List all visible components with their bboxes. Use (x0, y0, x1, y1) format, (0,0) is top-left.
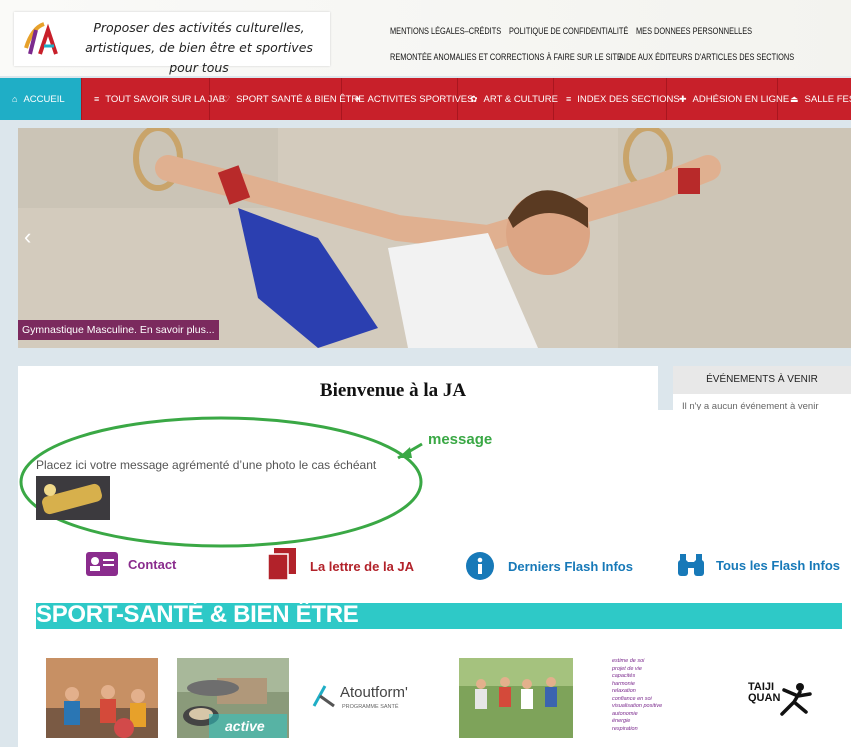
message-text: Placez ici votre message agrémenté d’une… (36, 458, 377, 472)
hero-image (18, 128, 851, 348)
top-link-report-issue[interactable]: REMONTÉE ANOMALIES ET CORRECTIONS À FAIR… (390, 52, 622, 62)
hero-slider[interactable]: ‹ (18, 128, 851, 348)
thumb-gym-class[interactable] (46, 658, 158, 738)
thumb-walking[interactable] (459, 658, 573, 738)
binoculars-icon (678, 554, 704, 576)
star-icon: ✶ (354, 93, 362, 104)
thumb-active[interactable]: active (177, 658, 289, 738)
contact-link[interactable]: Contact (86, 552, 176, 576)
eject-icon: ⏏ (790, 93, 799, 104)
latest-flash-link[interactable]: Derniers Flash Infos (466, 552, 633, 580)
nav-item-accueil[interactable]: ⌂ ACCUEIL (0, 78, 82, 120)
page-title: Bienvenue à la JA (319, 380, 467, 401)
nav-item-sport-sante[interactable]: ♡ SPORT SANTÉ & BIEN ÊTRE (210, 78, 365, 120)
taiji-figure-icon (780, 683, 812, 716)
nav-item-salle-festive[interactable]: ⏏SALLE FESTIV (778, 78, 851, 120)
quick-links: Contact La lettre de la JA Derniers Flas… (0, 548, 851, 586)
site-tagline: Proposer des activités culturelles, arti… (85, 20, 313, 75)
nav-item-art-culture[interactable]: ✿ ART & CULTURE (458, 78, 558, 120)
chevron-left-icon[interactable]: ‹ (24, 224, 31, 250)
thumb-taiji[interactable]: TAIJI QUAN (730, 658, 820, 738)
atoutform-subtitle: PROGRAMME SANTÉ (342, 704, 399, 710)
ja-logo-icon (24, 22, 58, 55)
info-icon (466, 552, 494, 580)
top-link-editor-help[interactable]: AIDE AUX ÉDITEURS D'ARTICLES DES SECTION… (619, 52, 794, 62)
atoutform-title: Atoutform' (340, 684, 408, 701)
all-flash-link[interactable]: Tous les Flash Infos (676, 552, 840, 578)
atoutform-logo-icon (312, 685, 335, 708)
list-icon: ≡ (94, 94, 100, 104)
site-logo[interactable]: Proposer des activités culturelles, arti… (14, 12, 330, 75)
contact-card-icon (86, 552, 118, 576)
palette-icon: ✿ (470, 93, 478, 104)
gear-icon: ✚ (679, 93, 687, 104)
home-icon: ⌂ (12, 94, 18, 104)
thumb-atoutform[interactable]: Atoutform' PROGRAMME SANTÉ (310, 658, 428, 738)
section-title: SPORT-SANTÉ & BIEN ÊTRE (36, 601, 359, 628)
message-photo (36, 476, 110, 520)
thumb-wellbeing-words[interactable]: estime de soi projet de vie capacités ha… (612, 658, 682, 738)
hero-caption-link[interactable]: Gymnastique Masculine. En savoir plus... (18, 320, 219, 340)
top-link-privacy[interactable]: POLITIQUE DE CONFIDENTIALITÉ (509, 26, 628, 36)
top-link-legal[interactable]: MENTIONS LÉGALES–CRÉDITS (390, 26, 501, 36)
document-icon (268, 548, 296, 580)
top-link-personal-data[interactable]: MES DONNEES PERSONNELLES (636, 26, 752, 36)
nav-item-tout-savoir[interactable]: ≡ TOUT SAVOIR SUR LA JAB (82, 78, 225, 120)
taiji-title: TAIJI QUAN (748, 681, 781, 704)
nav-item-index[interactable]: ≡ INDEX DES SECTIONS (554, 78, 680, 120)
nav-item-activites[interactable]: ✶ ACTIVITES SPORTIVES (342, 78, 473, 120)
nav-item-adhesion[interactable]: ✚ ADHÉSION EN LIGNE (667, 78, 789, 120)
active-label: active (225, 718, 265, 734)
newsletter-link[interactable]: La lettre de la JA (268, 548, 414, 580)
main-nav: ⌂ ACCUEIL ≡ TOUT SAVOIR SUR LA JAB ♡ SPORT … (0, 78, 851, 120)
heart-icon: ♡ (222, 93, 231, 104)
menu-icon: ≡ (566, 94, 572, 104)
annotation-label: message (428, 431, 493, 448)
